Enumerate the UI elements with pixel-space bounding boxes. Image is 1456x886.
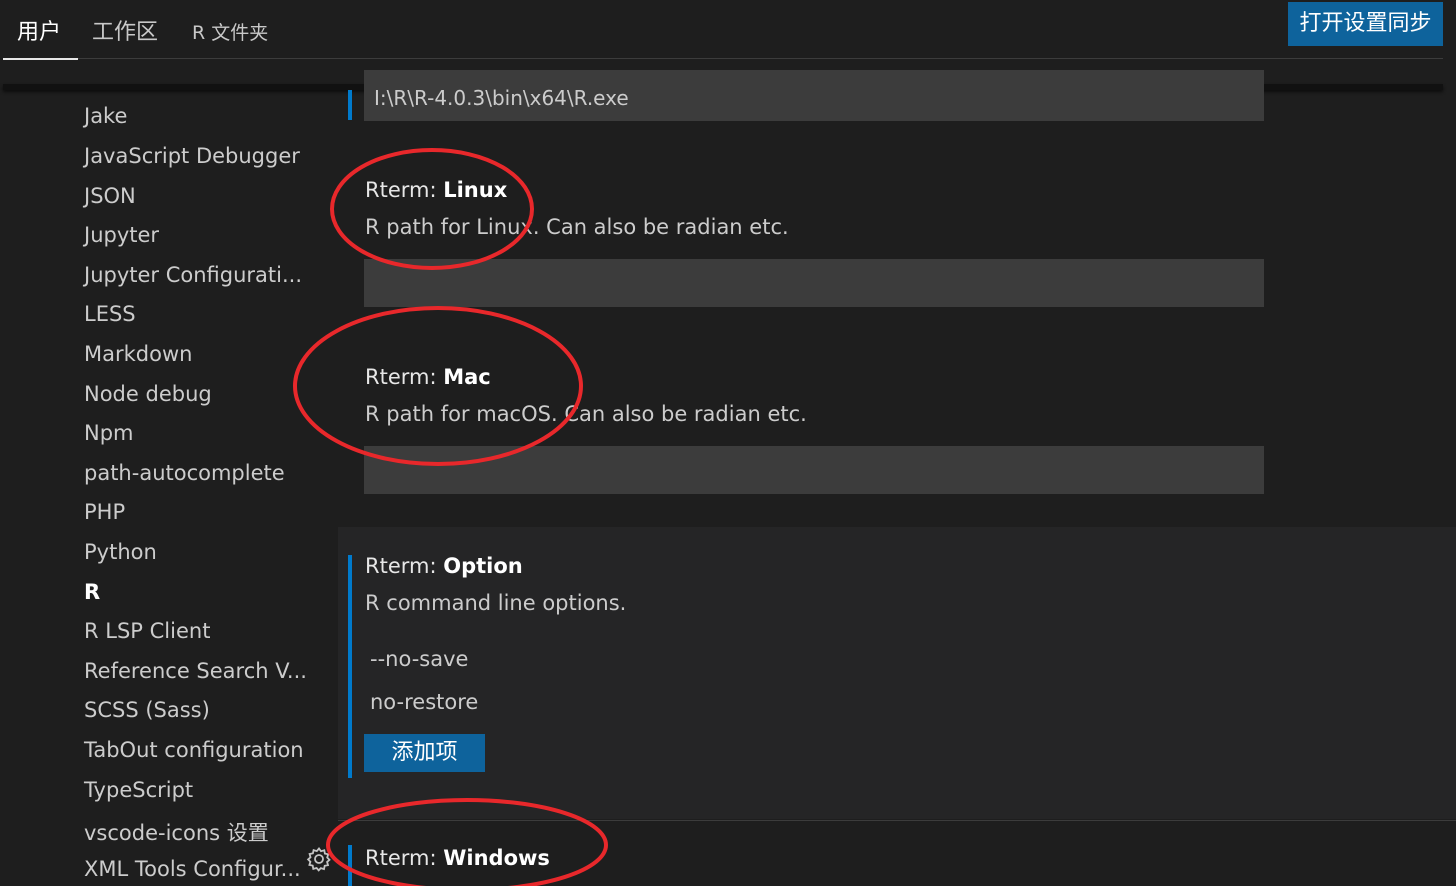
toc-item-javascript-debugger[interactable]: JavaScript Debugger xyxy=(84,144,300,168)
toc-item-path-autocomplete[interactable]: path-autocomplete xyxy=(84,461,285,485)
toc-item-node-debug[interactable]: Node debug xyxy=(84,382,212,406)
r-path-input[interactable]: I:\R\R-4.0.3\bin\x64\R.exe xyxy=(364,70,1264,121)
settings-list: I:\R\R-4.0.3\bin\x64\R.exe Rterm: Linux … xyxy=(338,70,1456,886)
settings-scope-tabbar: 用户 工作区 R 文件夹 打开设置同步 xyxy=(0,0,1456,60)
setting-divider xyxy=(338,820,1456,821)
setting-title-option: Rterm: Option xyxy=(365,554,523,578)
toc-item-jupyter[interactable]: Jupyter xyxy=(84,223,159,247)
tabbar-divider xyxy=(78,58,1443,59)
setting-category: Rterm: xyxy=(365,554,444,578)
toc-item-reference-search[interactable]: Reference Search V... xyxy=(84,659,307,683)
setting-focus-bar xyxy=(348,555,352,778)
setting-title-windows: Rterm: Windows xyxy=(365,846,550,870)
toc-item-r-lsp-client[interactable]: R LSP Client xyxy=(84,619,210,643)
toc-item-json[interactable]: JSON xyxy=(84,184,136,208)
toc-item-php[interactable]: PHP xyxy=(84,500,125,524)
gear-icon[interactable] xyxy=(306,846,332,872)
setting-name: Mac xyxy=(443,365,491,389)
toc-item-xml-tools[interactable]: XML Tools Configur... xyxy=(84,857,301,881)
setting-name: Option xyxy=(443,554,523,578)
setting-name: Windows xyxy=(443,846,550,870)
toc-item-typescript[interactable]: TypeScript xyxy=(84,778,193,802)
option-list-item[interactable]: --no-save xyxy=(370,647,468,671)
toc-item-vscode-icons[interactable]: vscode-icons 设置 xyxy=(84,817,269,847)
option-list-item[interactable]: no-restore xyxy=(370,690,478,714)
active-tab-indicator xyxy=(3,58,78,60)
setting-focus-bar xyxy=(348,90,352,120)
setting-title-mac: Rterm: Mac xyxy=(365,365,491,389)
add-item-button[interactable]: 添加项 xyxy=(364,734,485,772)
rterm-mac-input[interactable] xyxy=(364,446,1264,494)
toc-item-npm[interactable]: Npm xyxy=(84,421,134,445)
setting-name: Linux xyxy=(443,178,508,202)
rterm-linux-input[interactable] xyxy=(364,259,1264,307)
open-settings-sync-button[interactable]: 打开设置同步 xyxy=(1288,2,1443,46)
setting-description-mac: R path for macOS. Can also be radian etc… xyxy=(365,402,807,426)
setting-category: Rterm: xyxy=(365,365,444,389)
setting-title-linux: Rterm: Linux xyxy=(365,178,507,202)
setting-description-linux: R path for Linux. Can also be radian etc… xyxy=(365,215,789,239)
setting-category: Rterm: xyxy=(365,846,444,870)
setting-description-option: R command line options. xyxy=(365,591,627,615)
tab-workspace[interactable]: 工作区 xyxy=(92,14,158,46)
toc-item-markdown[interactable]: Markdown xyxy=(84,342,192,366)
settings-toc: Jake JavaScript Debugger JSON Jupyter Ju… xyxy=(0,90,338,886)
toc-item-jupyter-configuration[interactable]: Jupyter Configurati... xyxy=(84,263,302,287)
setting-focus-bar xyxy=(348,845,352,886)
tab-user[interactable]: 用户 xyxy=(17,14,61,46)
toc-item-jake[interactable]: Jake xyxy=(84,104,127,128)
tab-folder[interactable]: R 文件夹 xyxy=(192,18,268,45)
toc-item-r[interactable]: R xyxy=(84,580,100,604)
toc-item-scss[interactable]: SCSS (Sass) xyxy=(84,698,210,722)
toc-item-tabout[interactable]: TabOut configuration xyxy=(84,738,304,762)
toc-item-python[interactable]: Python xyxy=(84,540,157,564)
toc-item-less[interactable]: LESS xyxy=(84,302,136,326)
setting-category: Rterm: xyxy=(365,178,444,202)
